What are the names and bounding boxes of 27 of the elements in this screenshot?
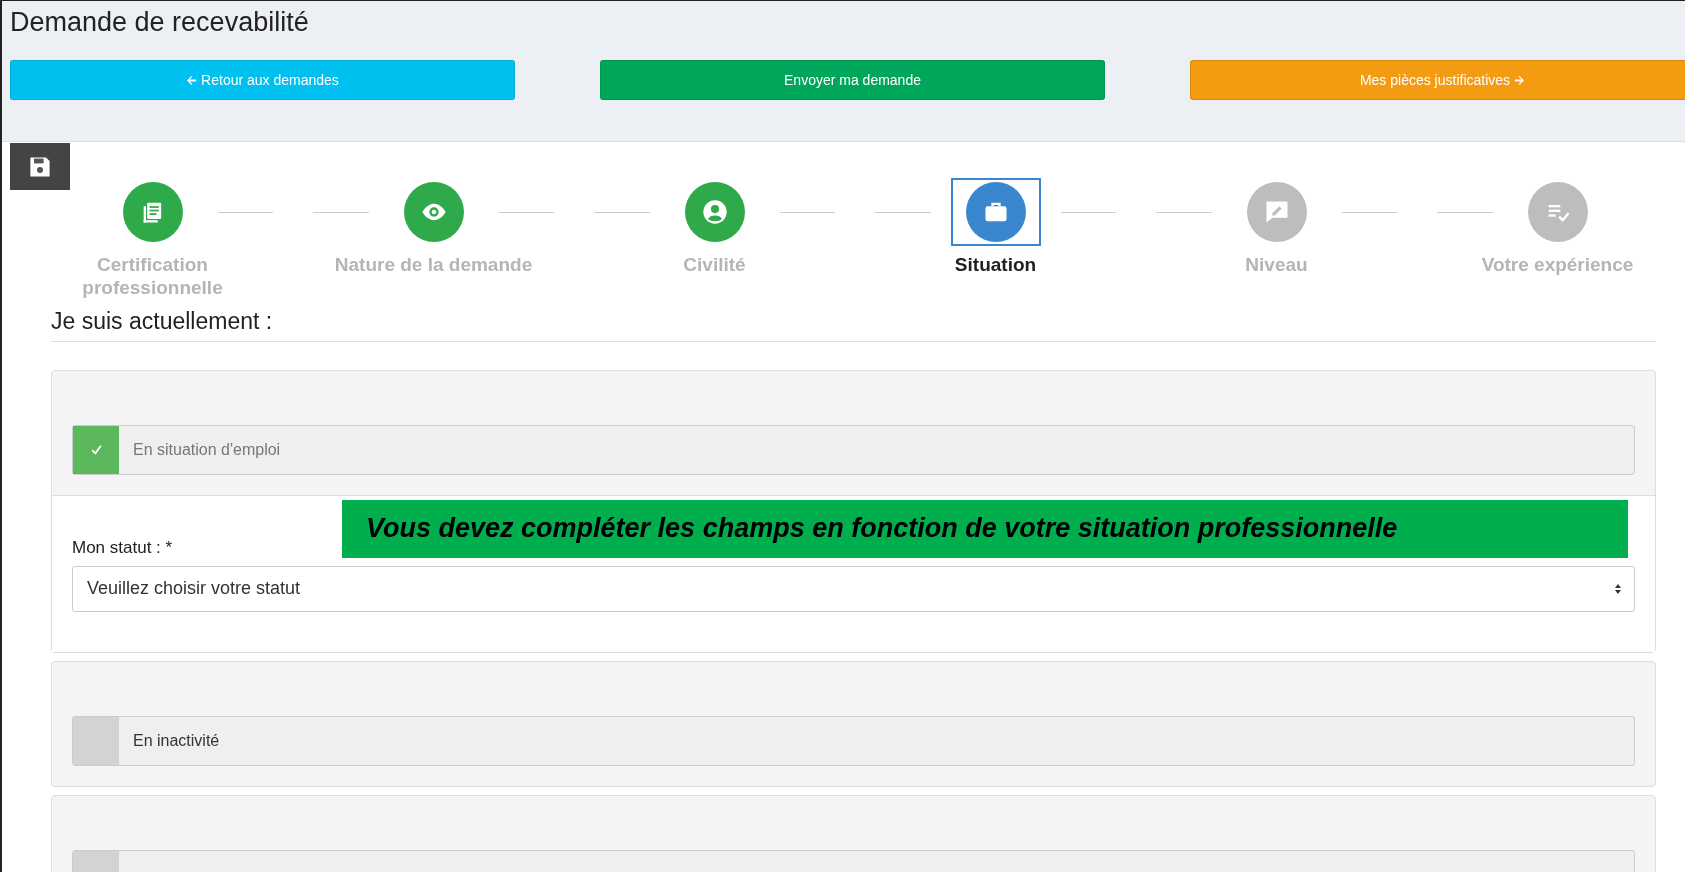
option-bar[interactable]: En inactivité bbox=[72, 715, 1635, 766]
check-icon bbox=[89, 443, 103, 457]
step-label[interactable]: Niveau bbox=[1151, 254, 1402, 277]
sort-caret-icon bbox=[1614, 582, 1622, 595]
step-label[interactable]: Nature de la demande bbox=[308, 254, 559, 277]
save-button[interactable] bbox=[10, 143, 70, 190]
user-icon bbox=[700, 198, 729, 226]
field-label: Mon statut : * bbox=[72, 537, 173, 558]
status-select[interactable]: Veuillez choisir votre statut bbox=[72, 565, 1635, 612]
option-label: En inactivité bbox=[133, 731, 220, 750]
step-circle[interactable] bbox=[965, 182, 1026, 242]
step-label[interactable]: Votre expérience bbox=[1432, 254, 1683, 277]
documents-button[interactable]: Mes pièces justificatives bbox=[1190, 60, 1685, 100]
step-label[interactable]: Civilité bbox=[589, 254, 840, 277]
checkbox[interactable] bbox=[73, 716, 119, 765]
arrow-right-icon bbox=[1514, 74, 1526, 86]
back-button[interactable]: Retour aux demandes bbox=[10, 60, 515, 100]
option-bar[interactable]: En situation d'emploi bbox=[72, 424, 1635, 475]
arrow-left-icon bbox=[186, 74, 198, 86]
option-label: En situation d'emploi bbox=[133, 440, 281, 459]
step-label[interactable]: Situation bbox=[870, 254, 1121, 277]
page-title: Demande de recevabilité bbox=[10, 7, 310, 38]
notice-banner: Vous devez compléter les champs en fonction de votre situation professionnelle bbox=[342, 499, 1628, 558]
section-heading: Je suis actuellement : bbox=[51, 307, 1656, 342]
send-button[interactable]: Envoyer ma demande bbox=[600, 60, 1105, 100]
step-label[interactable]: Certification professionnelle bbox=[62, 254, 243, 300]
checkbox[interactable] bbox=[73, 425, 119, 474]
